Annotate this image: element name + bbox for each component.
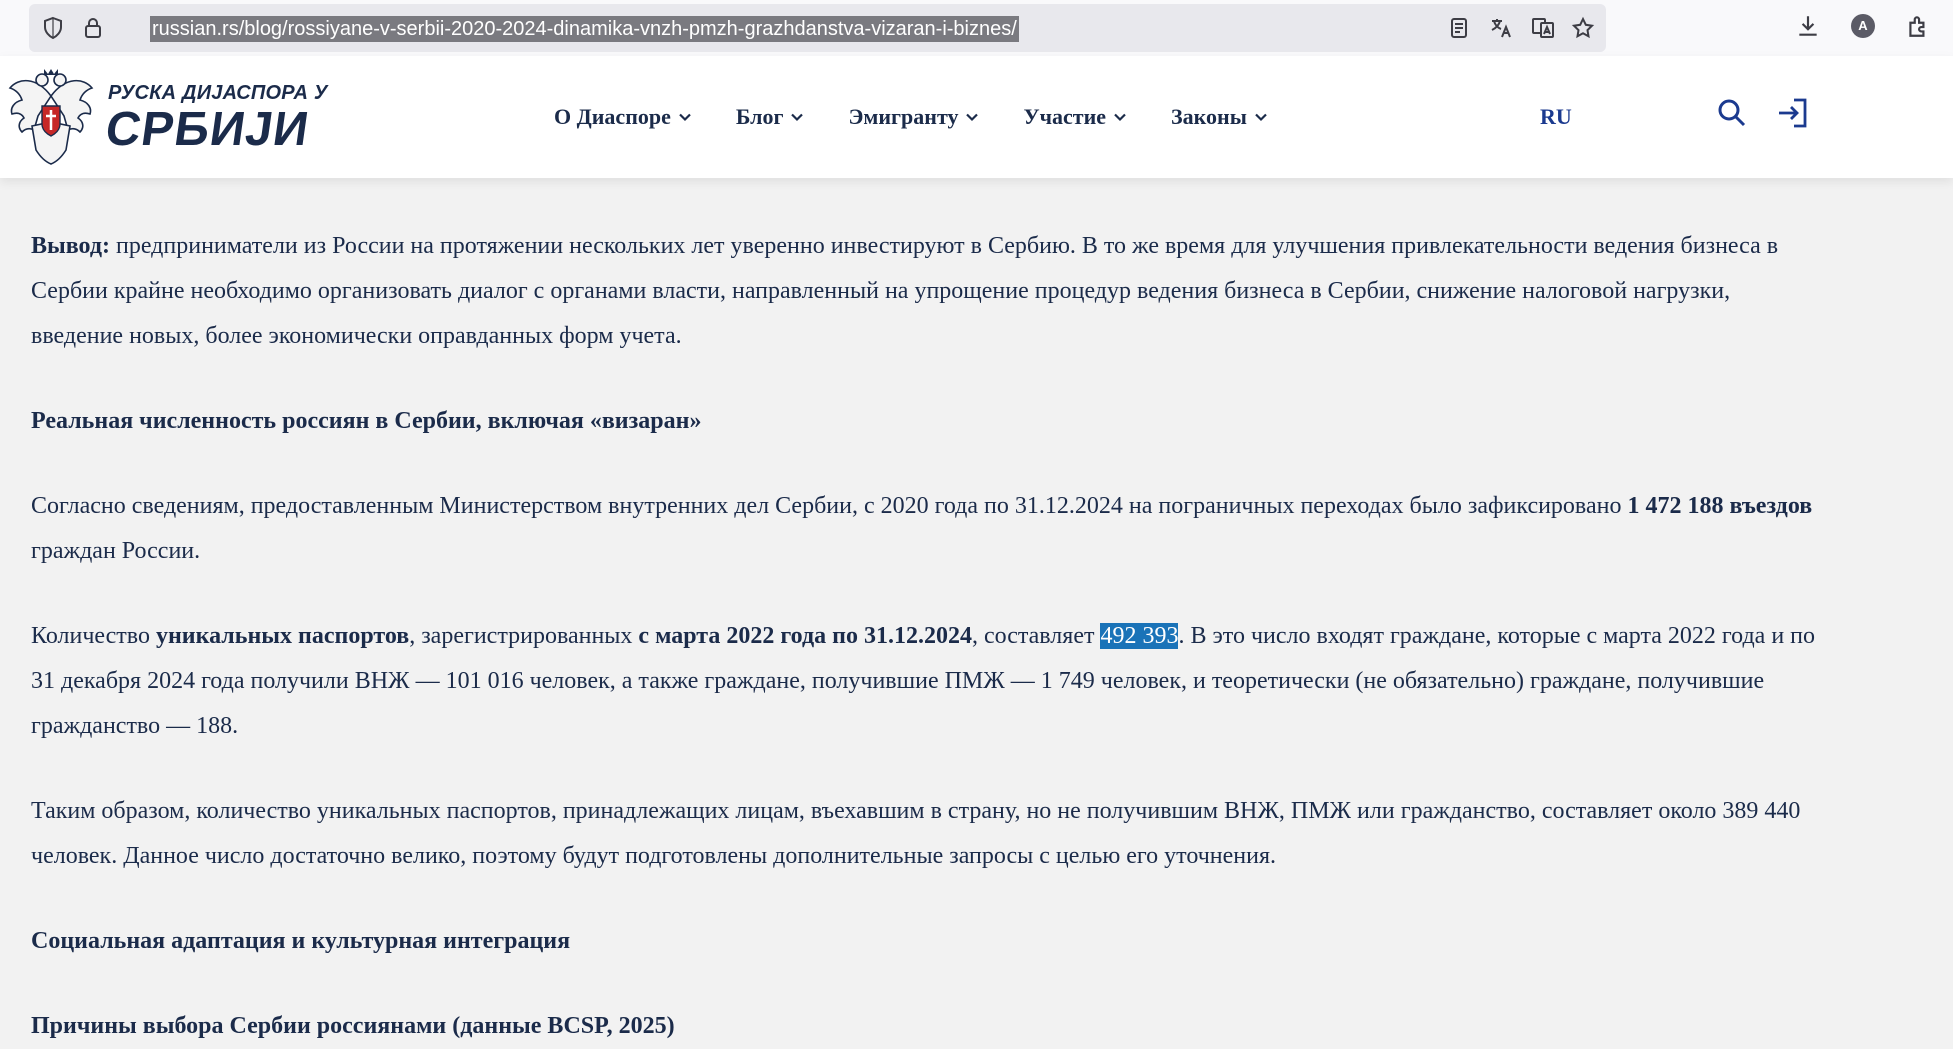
passports-period: с марта 2022 года по 31.12.2024 [638, 623, 972, 649]
paragraph-conclusion: Вывод: предприниматели из России на прот… [31, 224, 1821, 359]
nav-item-label: Блог [735, 104, 784, 129]
main-nav: О Диаспоре Блог Эмигранту Участие Законы [554, 104, 1312, 130]
paragraph-passports: Количество уникальных паспортов, зарегис… [31, 614, 1821, 749]
search-icon[interactable] [1715, 96, 1749, 130]
passports-text-e: , составляет [971, 623, 1101, 649]
language-switcher[interactable]: RU [1540, 104, 1572, 130]
chevron-down-icon [791, 113, 804, 122]
logo-text-main[interactable]: СРБИЈИ [102, 102, 313, 158]
reader-view-icon[interactable] [1447, 16, 1471, 40]
nav-item-label: Законы [1171, 104, 1247, 129]
browser-toolbar: russian.rs/blog/rossiyane-v-serbii-2020-… [0, 0, 1953, 56]
section-heading: Реальная численность россиян в Сербии, в… [31, 408, 702, 434]
translate-icon[interactable] [1489, 16, 1513, 40]
nav-item-label: Эмигранту [848, 104, 959, 129]
chevron-down-icon [1255, 113, 1267, 122]
bookmark-star-icon[interactable] [1571, 16, 1595, 40]
nav-item-participation[interactable]: Участие [1023, 104, 1127, 130]
section-heading: Причины выбора Сербии россиянами (данные… [31, 1013, 675, 1039]
extensions-icon[interactable] [1905, 13, 1931, 39]
nav-item-about[interactable]: О Диаспоре [554, 104, 692, 130]
login-icon[interactable] [1776, 96, 1810, 130]
passports-label: уникальных паспортов [155, 623, 410, 649]
entries-text-a: Согласно сведениям, предоставленным Мини… [31, 493, 1628, 519]
conclusion-label: Вывод: [31, 233, 110, 259]
chevron-down-icon [966, 113, 979, 122]
url-text[interactable]: russian.rs/blog/rossiyane-v-serbii-2020-… [150, 16, 1019, 42]
lock-icon[interactable] [81, 16, 105, 40]
nav-item-emigrant[interactable]: Эмигранту [848, 104, 979, 130]
passports-text-a: Количество [31, 623, 156, 649]
selected-text-highlight[interactable]: 492 393 [1100, 623, 1179, 649]
eagle-emblem-icon[interactable] [6, 66, 96, 166]
entries-count: 1 472 188 въездов [1627, 493, 1813, 519]
paragraph-estimate: Таким образом, количество уникальных пас… [31, 798, 1801, 869]
download-icon[interactable] [1795, 13, 1821, 39]
nav-item-blog[interactable]: Блог [736, 104, 805, 130]
section-heading: Социальная адаптация и культурная интегр… [31, 928, 571, 954]
passports-text-c: , зарегистрированных [409, 623, 639, 649]
chevron-down-icon [1114, 113, 1126, 122]
entries-text-c: граждан России. [31, 538, 201, 564]
page-translate-icon[interactable] [1531, 16, 1555, 40]
paragraph-entries: Согласно сведениям, предоставленным Мини… [31, 484, 1821, 574]
article-body: Вывод: предприниматели из России на прот… [31, 178, 1821, 1049]
nav-item-label: О Диаспоре [554, 104, 671, 129]
site-header: РУСКА ДИЈАСПОРА У СРБИЈИ О Диаспоре Блог… [0, 56, 1953, 178]
nav-item-laws[interactable]: Законы [1171, 104, 1268, 130]
nav-item-label: Участие [1023, 104, 1107, 129]
address-bar[interactable]: russian.rs/blog/rossiyane-v-serbii-2020-… [29, 4, 1606, 52]
chevron-down-icon [679, 113, 691, 122]
conclusion-text: предприниматели из России на протяжении … [31, 233, 1779, 349]
shield-icon[interactable] [41, 16, 65, 40]
account-avatar[interactable]: A [1851, 14, 1875, 38]
